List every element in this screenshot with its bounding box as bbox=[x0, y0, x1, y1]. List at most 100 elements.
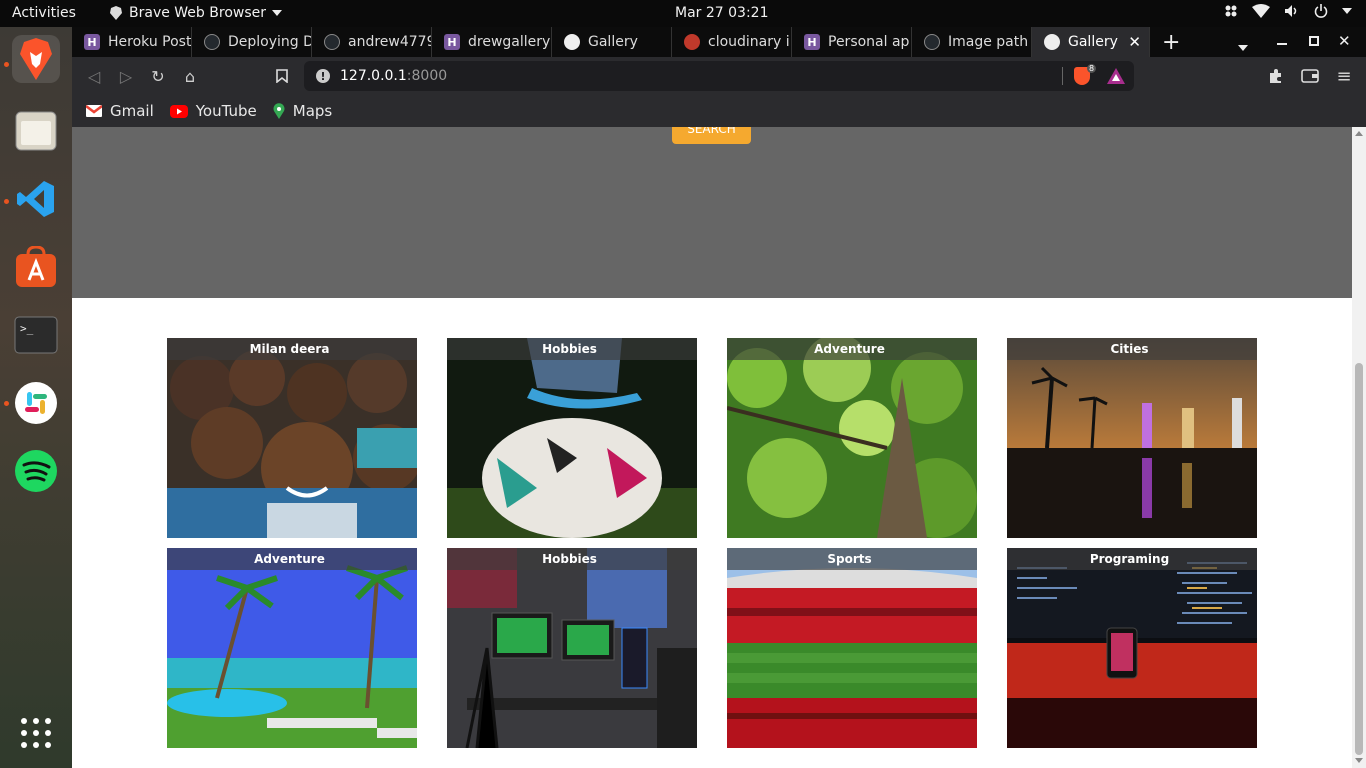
card-caption: Cities bbox=[1007, 338, 1257, 360]
gallery-card[interactable]: Programing bbox=[1007, 548, 1257, 748]
brave-rewards-icon[interactable] bbox=[1107, 68, 1125, 84]
bookmark-gmail[interactable]: Gmail bbox=[86, 102, 154, 120]
scroll-thumb[interactable] bbox=[1355, 363, 1363, 755]
tab-label: Image path bbox=[948, 34, 1029, 50]
site-info-icon[interactable]: ! bbox=[316, 69, 330, 83]
menu-icon[interactable]: ≡ bbox=[1334, 66, 1354, 87]
slack-tray-icon bbox=[1225, 5, 1237, 17]
system-tray[interactable] bbox=[1224, 4, 1352, 18]
browser-tab[interactable]: Deploying D bbox=[192, 27, 312, 57]
tab-search-chevron-icon[interactable] bbox=[1238, 36, 1248, 55]
card-caption: Programing bbox=[1007, 548, 1257, 570]
gmail-icon bbox=[86, 105, 102, 117]
running-indicator bbox=[4, 401, 9, 406]
card-caption: Adventure bbox=[727, 338, 977, 360]
system-top-bar: Activities Brave Web Browser Mar 27 03:2… bbox=[0, 0, 1366, 27]
maximize-button[interactable] bbox=[1309, 36, 1319, 46]
page-scrollbar[interactable] bbox=[1352, 127, 1366, 768]
github-icon bbox=[324, 34, 340, 50]
card-caption: Milan deera bbox=[167, 338, 417, 360]
tab-strip: H Heroku Post Deploying D andrew4779 Hdre… bbox=[72, 27, 1366, 57]
heroku-icon: H bbox=[84, 34, 100, 50]
volume-icon bbox=[1285, 5, 1297, 17]
software-center-dock-icon[interactable] bbox=[12, 243, 60, 291]
vscode-dock-icon[interactable] bbox=[12, 175, 60, 223]
gaming-setup-photo bbox=[447, 548, 697, 748]
browser-toolbar: ◁ ▷ ↻ ⌂ ! 127.0.0.1 :8000 8 ≡ bbox=[72, 57, 1366, 95]
reload-button[interactable]: ↻ bbox=[148, 66, 168, 86]
tab-label: Personal ap bbox=[828, 34, 910, 50]
bookmark-youtube[interactable]: YouTube bbox=[169, 102, 257, 120]
svg-text:>_: >_ bbox=[20, 322, 34, 335]
github-icon bbox=[204, 34, 220, 50]
bookmarks-bar: Gmail YouTube Maps bbox=[72, 95, 1366, 127]
app-grid-icon[interactable] bbox=[12, 709, 60, 757]
card-caption: Hobbies bbox=[447, 338, 697, 360]
address-bar[interactable]: ! 127.0.0.1 :8000 8 bbox=[304, 61, 1134, 91]
youtube-icon bbox=[169, 104, 188, 118]
new-tab-button[interactable]: + bbox=[1162, 30, 1180, 55]
minimize-button[interactable] bbox=[1277, 43, 1287, 45]
tab-label: Gallery bbox=[588, 34, 638, 50]
terminal-dock-icon[interactable]: >_ bbox=[12, 311, 60, 359]
maps-icon bbox=[273, 103, 285, 119]
tab-label: drewgallery bbox=[468, 34, 551, 50]
bookmark-icon[interactable] bbox=[272, 66, 292, 86]
scroll-down-arrow[interactable] bbox=[1355, 758, 1363, 763]
url-divider bbox=[1062, 67, 1063, 85]
app-menu[interactable]: Brave Web Browser bbox=[109, 5, 282, 21]
forward-button[interactable]: ▷ bbox=[116, 66, 136, 86]
browser-tab[interactable]: Hdrewgallery bbox=[432, 27, 552, 57]
close-window-button[interactable]: ✕ bbox=[1338, 32, 1351, 50]
slack-dock-icon[interactable] bbox=[12, 379, 60, 427]
gallery-card[interactable]: Cities bbox=[1007, 338, 1257, 538]
scroll-up-arrow[interactable] bbox=[1355, 131, 1363, 136]
stadium-photo bbox=[727, 548, 977, 748]
clock[interactable]: Mar 27 03:21 bbox=[675, 5, 768, 21]
activities-button[interactable]: Activities bbox=[12, 5, 76, 21]
gallery-card[interactable]: Sports bbox=[727, 548, 977, 748]
home-button[interactable]: ⌂ bbox=[180, 66, 200, 86]
gallery-card[interactable]: Adventure bbox=[167, 548, 417, 748]
brave-dock-icon[interactable] bbox=[12, 35, 60, 83]
brave-lion-icon bbox=[110, 6, 122, 20]
tab-label: Heroku Post bbox=[108, 34, 192, 50]
globe-icon bbox=[564, 34, 580, 50]
url-host: 127.0.0.1 bbox=[340, 68, 407, 84]
heroku-icon: H bbox=[804, 34, 820, 50]
globe-icon bbox=[1044, 34, 1060, 50]
night-city-photo bbox=[1007, 338, 1257, 538]
shields-count-badge: 8 bbox=[1087, 64, 1097, 73]
page-viewport: SEARCH Milan deera Hobbies Adventure Cit… bbox=[72, 127, 1352, 768]
gallery-card[interactable]: Hobbies bbox=[447, 338, 697, 538]
spotify-dock-icon[interactable] bbox=[12, 447, 60, 495]
chevron-down-icon bbox=[272, 10, 282, 16]
browser-tab[interactable]: H Heroku Post bbox=[72, 27, 192, 57]
gallery-card[interactable]: Adventure bbox=[727, 338, 977, 538]
search-button[interactable]: SEARCH bbox=[672, 127, 751, 144]
browser-tab[interactable]: Gallery bbox=[552, 27, 672, 57]
files-dock-icon[interactable] bbox=[12, 107, 60, 155]
browser-tab-active[interactable]: Gallery ✕ bbox=[1032, 27, 1150, 57]
tab-label: Deploying D bbox=[228, 34, 312, 50]
children-photo bbox=[167, 338, 417, 538]
browser-tab[interactable]: andrew4779 bbox=[312, 27, 432, 57]
browser-tab[interactable]: Image path bbox=[912, 27, 1032, 57]
app-menu-label: Brave Web Browser bbox=[129, 5, 266, 21]
bookmark-label: YouTube bbox=[195, 102, 257, 120]
extensions-icon[interactable] bbox=[1266, 66, 1286, 86]
url-port: :8000 bbox=[406, 68, 448, 84]
back-button[interactable]: ◁ bbox=[84, 66, 104, 86]
cloudinary-icon bbox=[684, 34, 700, 50]
gallery-card[interactable]: Milan deera bbox=[167, 338, 417, 538]
browser-tab[interactable]: cloudinary i bbox=[672, 27, 792, 57]
gallery-card[interactable]: Hobbies bbox=[447, 548, 697, 748]
code-screen-photo bbox=[1007, 548, 1257, 748]
close-tab-icon[interactable]: ✕ bbox=[1128, 33, 1141, 51]
hero-section: SEARCH bbox=[72, 127, 1352, 298]
wallet-icon[interactable] bbox=[1300, 66, 1320, 86]
bookmark-maps[interactable]: Maps bbox=[273, 102, 332, 120]
dock: >_ bbox=[0, 27, 72, 768]
browser-tab[interactable]: H Personal ap bbox=[792, 27, 912, 57]
tab-label: andrew4779 bbox=[348, 34, 432, 50]
